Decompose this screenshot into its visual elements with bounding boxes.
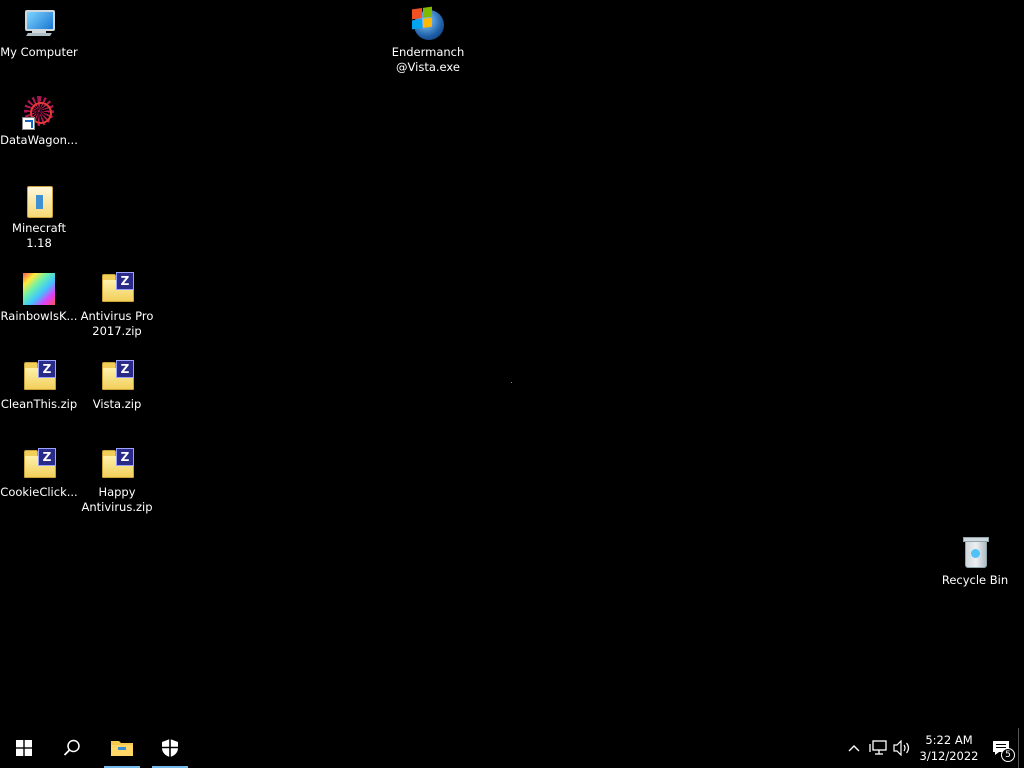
notification-count-badge: 5 — [1001, 748, 1015, 762]
zip-folder-icon: Z — [100, 360, 134, 394]
search-button[interactable] — [48, 728, 96, 768]
desktop-icon-label: Vista.zip — [92, 397, 142, 411]
desktop-icon-antivirus-pro-2017-zip[interactable]: Z Antivirus Pro 2017.zip — [78, 268, 156, 339]
show-hidden-icons-button[interactable] — [842, 728, 866, 768]
desktop-icon-my-computer[interactable]: My Computer — [0, 4, 78, 60]
desktop-icon-label: CleanThis.zip — [0, 397, 78, 411]
minecraft-folder-icon — [22, 184, 56, 218]
clock[interactable]: 5:22 AM 3/12/2022 — [918, 732, 980, 764]
volume-button[interactable] — [890, 728, 914, 768]
shortcut-arrow-icon — [22, 117, 35, 130]
windows-logo-icon — [16, 740, 32, 756]
zip-badge: Z — [38, 448, 56, 466]
system-tray: 5:22 AM 3/12/2022 5 — [842, 728, 1024, 768]
zip-folder-icon: Z — [100, 448, 134, 482]
desktop-icon-label: Minecraft 1.18 — [12, 221, 66, 250]
recycle-bin-icon — [958, 536, 992, 570]
chevron-up-icon — [848, 745, 860, 752]
folder-icon — [111, 741, 133, 756]
desktop-icon-vista-zip[interactable]: Z Vista.zip — [78, 356, 156, 412]
desktop-icon-label: DataWagon... — [0, 133, 78, 147]
desktop-icon-label: RainbowIsK... — [0, 309, 78, 323]
desktop-icon-label: Happy Antivirus.zip — [81, 485, 153, 514]
clock-date: 3/12/2022 — [919, 749, 979, 763]
zip-badge: Z — [38, 360, 56, 378]
desktop-icon-label: CookieClick... — [0, 485, 78, 499]
zip-badge: Z — [116, 360, 134, 378]
desktop-icon-label: Recycle Bin — [941, 573, 1009, 587]
network-icon — [869, 740, 887, 755]
show-desktop-button[interactable] — [1018, 728, 1024, 768]
computer-icon — [22, 8, 56, 42]
start-button[interactable] — [0, 728, 48, 768]
desktop-icon-cookieclicker-zip[interactable]: Z CookieClick... — [0, 444, 78, 500]
desktop-icon-endermanch-vista[interactable]: Endermanch @Vista.exe — [389, 4, 467, 75]
desktop-icon-label: My Computer — [0, 45, 78, 59]
mouse-cursor — [511, 382, 512, 383]
network-button[interactable] — [866, 728, 890, 768]
rainbow-image-icon — [22, 272, 56, 306]
zip-badge: Z — [116, 448, 134, 466]
desktop[interactable]: My Computer Endermanch @Vista.exe DataWa… — [0, 0, 1024, 728]
zip-folder-icon: Z — [100, 272, 134, 306]
datawagon-icon — [22, 96, 56, 130]
desktop-icon-happy-antivirus-zip[interactable]: Z Happy Antivirus.zip — [78, 444, 156, 515]
desktop-icon-cleanthis-zip[interactable]: Z CleanThis.zip — [0, 356, 78, 412]
desktop-icon-label: Antivirus Pro 2017.zip — [80, 309, 154, 338]
shield-icon — [162, 739, 178, 757]
search-icon — [63, 739, 80, 756]
taskbar-file-explorer[interactable] — [102, 728, 142, 768]
desktop-icon-label: Endermanch @Vista.exe — [391, 45, 465, 74]
taskbar: 5:22 AM 3/12/2022 5 — [0, 728, 1024, 768]
clock-time: 5:22 AM — [925, 733, 973, 747]
vista-orb-icon — [411, 6, 445, 42]
desktop-icon-datawagon[interactable]: DataWagon... — [0, 92, 78, 148]
zip-badge: Z — [116, 272, 134, 290]
desktop-icon-recycle-bin[interactable]: Recycle Bin — [936, 532, 1014, 588]
zip-folder-icon: Z — [22, 448, 56, 482]
taskbar-windows-security[interactable] — [150, 728, 190, 768]
action-center-button[interactable]: 5 — [984, 728, 1018, 768]
desktop-icon-rainbowisk[interactable]: RainbowIsK... — [0, 268, 78, 324]
desktop-icon-minecraft[interactable]: Minecraft 1.18 — [0, 180, 78, 251]
speaker-icon — [893, 740, 910, 756]
zip-folder-icon: Z — [22, 360, 56, 394]
